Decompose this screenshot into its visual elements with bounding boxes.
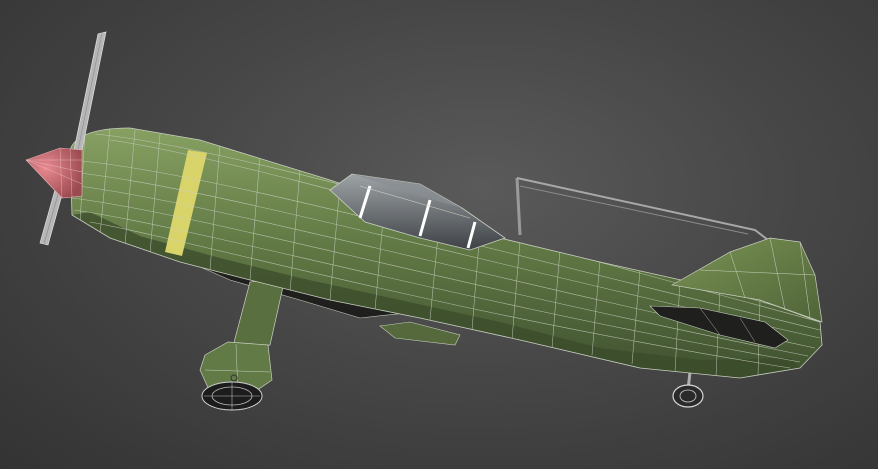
aircraft-scene bbox=[25, 31, 823, 411]
antenna bbox=[515, 177, 769, 241]
3d-viewport[interactable] bbox=[0, 0, 878, 469]
propeller-spinner bbox=[25, 147, 83, 199]
tail-wheel bbox=[672, 371, 704, 408]
main-landing-gear bbox=[199, 277, 286, 411]
